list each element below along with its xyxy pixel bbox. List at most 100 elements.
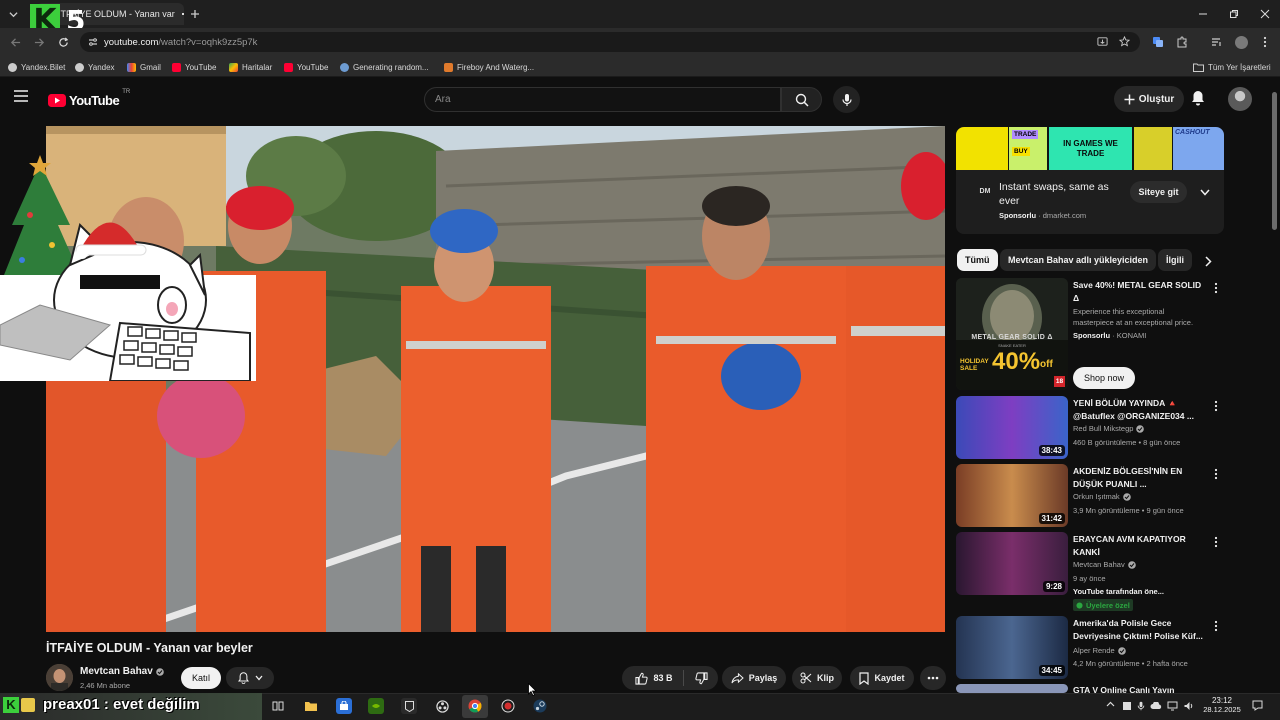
related-video-title[interactable]: AKDENİZ BÖLGESİ'NİN EN DÜŞÜK PUANLI ...: [1073, 465, 1207, 491]
reload-button[interactable]: [54, 33, 72, 51]
related-video-menu-button[interactable]: [1214, 468, 1218, 480]
bookmark-gmail[interactable]: Gmail: [127, 60, 161, 74]
ad-cta-button[interactable]: Siteye git: [1130, 181, 1187, 203]
address-bar[interactable]: youtube.com/watch?v=oqhk9zz5p7k: [80, 32, 1140, 52]
sidebar-ad[interactable]: TRADE BUY IN GAMES WE TRADE CASHOUT DM I…: [956, 127, 1224, 234]
search-button[interactable]: [781, 87, 822, 112]
related-video-thumbnail[interactable]: [956, 684, 1068, 693]
save-button[interactable]: Kaydet: [850, 666, 914, 690]
close-window-button[interactable]: [1256, 5, 1274, 23]
chip-all[interactable]: Tümü: [957, 249, 998, 271]
subscription-notifications-button[interactable]: [226, 667, 274, 689]
restore-button[interactable]: [1225, 5, 1243, 23]
youtube-logo[interactable]: YouTube TR: [48, 89, 131, 109]
related-video-thumbnail[interactable]: 34:45: [956, 616, 1068, 679]
related-video-item[interactable]: 34:45 Amerika'da Polisle Gece Devriyesin…: [956, 616, 1226, 679]
notification-center-button[interactable]: [1252, 700, 1264, 712]
voice-search-button[interactable]: [833, 86, 860, 113]
related-video-menu-button[interactable]: [1214, 536, 1218, 548]
chip-related[interactable]: İlgili: [1158, 249, 1192, 271]
related-ad-thumbnail[interactable]: METAL GEAR SOLID Δ SNAKE EATER HOLIDAY S…: [956, 278, 1068, 390]
taskbar-steam[interactable]: [532, 698, 548, 714]
all-bookmarks-folder[interactable]: Tüm Yer İşaretleri: [1193, 60, 1271, 74]
shop-now-button[interactable]: Shop now: [1073, 367, 1135, 389]
join-button[interactable]: Katıl: [181, 667, 221, 689]
bookmark-star-icon[interactable]: [1119, 36, 1130, 47]
taskbar-store[interactable]: [336, 698, 352, 714]
bookmark-haritalar[interactable]: Haritalar: [229, 60, 272, 74]
related-video-thumbnail[interactable]: 9:28: [956, 532, 1068, 595]
channel-avatar[interactable]: [46, 664, 73, 691]
clip-button[interactable]: Klip: [792, 666, 842, 690]
related-video-title[interactable]: GTA V Online Canlı Yayın: [1073, 684, 1207, 693]
bookmark-youtube-2[interactable]: YouTube: [284, 60, 328, 74]
channel-name[interactable]: Mevtcan Bahav: [80, 666, 164, 677]
scrollbar-thumb[interactable]: [1272, 92, 1277, 230]
chip-from-uploader[interactable]: Mevtcan Bahav adlı yükleyiciden: [1000, 249, 1157, 271]
tray-overflow-button[interactable]: [1106, 701, 1118, 711]
related-video-item[interactable]: 38:43 YENİ BÖLÜM YAYINDA 🔺 @Batuflex @OR…: [956, 396, 1226, 459]
taskbar-nvidia[interactable]: [368, 698, 384, 714]
related-ad-menu-button[interactable]: [1214, 282, 1218, 294]
page-scrollbar[interactable]: [1270, 80, 1279, 692]
ad-expand-button[interactable]: [1198, 186, 1212, 198]
tray-icons[interactable]: [1122, 700, 1202, 712]
taskbar-app-red[interactable]: [500, 698, 516, 714]
translate-icon: [1153, 37, 1163, 47]
related-video-item[interactable]: 9:28 ERAYCAN AVM KAPATIYOR KANKİ Mevtcan…: [956, 532, 1226, 612]
browser-menu-button[interactable]: [1258, 33, 1272, 51]
ad-banner-text: IN GAMES WE TRADE: [1063, 138, 1118, 158]
taskbar-task-view[interactable]: [270, 698, 286, 714]
tab-search-button[interactable]: [4, 5, 22, 23]
forward-button[interactable]: [30, 33, 48, 51]
microphone-icon: [841, 93, 852, 106]
ad-banner-cashout: CASHOUT: [1173, 127, 1224, 170]
bookmark-yandex-bilet[interactable]: Yandex.Bilet: [8, 60, 65, 74]
bookmark-generating-random[interactable]: Generating random...: [340, 60, 429, 74]
maps-icon: [229, 62, 238, 72]
install-app-icon[interactable]: [1097, 36, 1108, 47]
kebab-menu-icon: [1214, 468, 1218, 480]
taskbar-obs[interactable]: [434, 698, 450, 714]
chips-next-button[interactable]: [1196, 249, 1220, 273]
create-button[interactable]: Oluştur: [1114, 86, 1184, 112]
extensions-button[interactable]: [1173, 33, 1191, 51]
ad-banner-trade: TRADE BUY: [1009, 127, 1047, 170]
media-controls-button[interactable]: [1208, 33, 1226, 51]
more-actions-button[interactable]: [920, 666, 946, 690]
taskbar-epic-games[interactable]: [401, 698, 417, 714]
related-video-menu-button[interactable]: [1214, 400, 1218, 412]
notifications-button[interactable]: [1191, 90, 1209, 108]
account-avatar[interactable]: [1228, 87, 1252, 111]
guide-menu-button[interactable]: [14, 90, 34, 108]
related-ad-title[interactable]: Save 40%! METAL GEAR SOLID Δ: [1073, 279, 1207, 305]
bookmark-youtube[interactable]: YouTube: [172, 60, 216, 74]
audio-playing-icon: [181, 12, 184, 16]
taskbar-clock[interactable]: 23:12 28.12.2025: [1200, 696, 1244, 714]
region-code: TR: [122, 89, 131, 95]
related-video-thumbnail[interactable]: 38:43: [956, 396, 1068, 459]
related-video-menu-button[interactable]: [1214, 620, 1218, 632]
related-video-item[interactable]: 31:42 AKDENİZ BÖLGESİ'NİN EN DÜŞÜK PUANL…: [956, 464, 1226, 527]
bookmark-fireboy[interactable]: Fireboy And Waterg...: [444, 60, 534, 74]
profile-button[interactable]: [1232, 33, 1250, 51]
search-input[interactable]: Ara: [424, 87, 781, 112]
related-video-title[interactable]: Amerika'da Polisle Gece Devriyesine Çıkt…: [1073, 617, 1207, 643]
ad-meta: Sponsorlu · dmarket.com: [999, 211, 1087, 220]
dislike-button[interactable]: [686, 666, 716, 690]
minimize-button[interactable]: [1194, 5, 1212, 23]
site-info-icon[interactable]: [88, 37, 98, 47]
bookmark-yandex[interactable]: Yandex: [75, 60, 115, 74]
share-button[interactable]: Paylaş: [722, 666, 786, 690]
translate-extension-button[interactable]: [1149, 33, 1167, 51]
taskbar-chrome[interactable]: [467, 698, 483, 714]
related-video-title[interactable]: YENİ BÖLÜM YAYINDA 🔺 @Batuflex @ORGANIZE…: [1073, 397, 1207, 423]
related-video-thumbnail[interactable]: 31:42: [956, 464, 1068, 527]
new-tab-button[interactable]: [186, 5, 204, 23]
taskbar-file-explorer[interactable]: [303, 698, 319, 714]
related-video-item[interactable]: GTA V Online Canlı Yayın: [956, 684, 1226, 693]
like-button[interactable]: 83 B: [626, 666, 682, 690]
related-ad-item[interactable]: METAL GEAR SOLID Δ SNAKE EATER HOLIDAY S…: [956, 278, 1226, 390]
related-video-title[interactable]: ERAYCAN AVM KAPATIYOR KANKİ: [1073, 533, 1207, 559]
back-button[interactable]: [6, 33, 24, 51]
